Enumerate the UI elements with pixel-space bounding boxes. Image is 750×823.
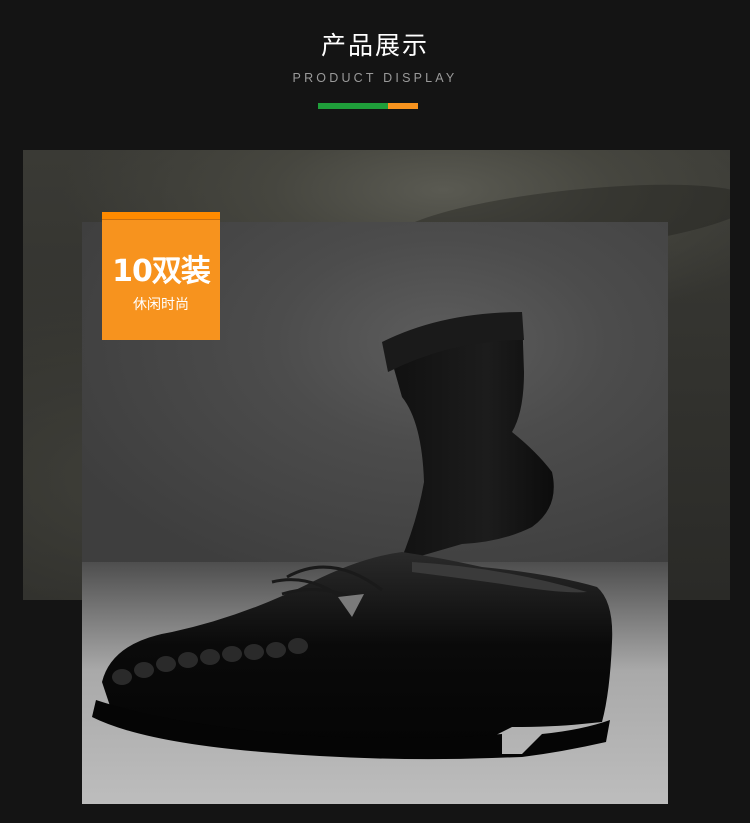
divider-orange-bar — [388, 103, 418, 109]
section-title: 产品展示 — [320, 31, 429, 60]
badge-quantity-text: 10双装 — [112, 254, 211, 289]
divider-green-bar — [318, 103, 388, 109]
badge-top-stripe — [102, 212, 220, 220]
badge-style-text: 休闲时尚 — [133, 297, 189, 313]
section-subtitle: PRODUCT DISPLAY — [292, 71, 458, 85]
promo-badge: 10双装 休闲时尚 — [102, 212, 220, 340]
title-divider — [318, 103, 418, 109]
